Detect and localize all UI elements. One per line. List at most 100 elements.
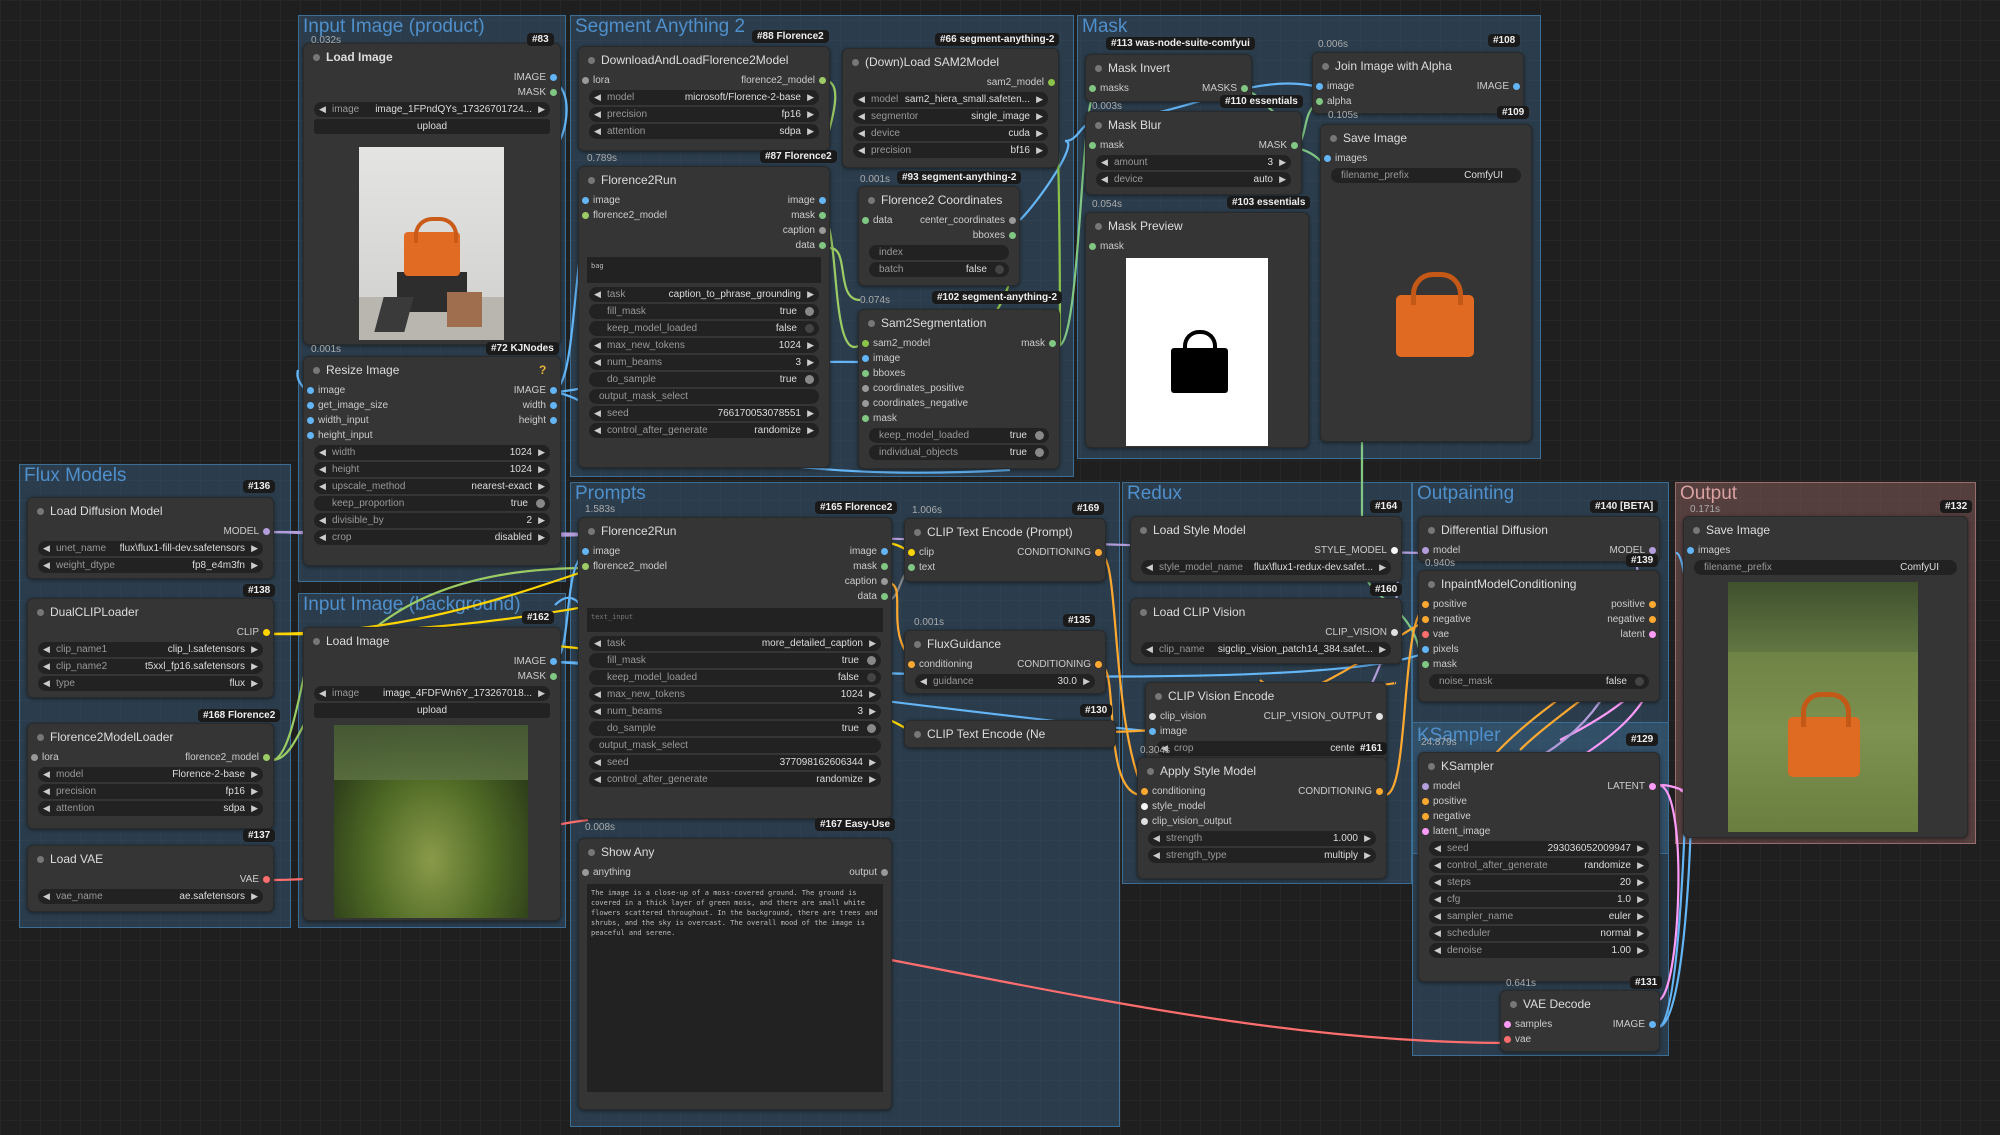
clip-name-combo[interactable]: ◀ clip_name sigclip_vision_patch14_384.saf… <box>1141 642 1391 657</box>
input-slot[interactable] <box>908 549 915 556</box>
input-slot[interactable] <box>582 563 589 570</box>
divisible-by-widget[interactable]: ◀ divisible_by 2 ▶ <box>314 513 550 528</box>
task-combo[interactable]: ◀ task more_detailed_caption ▶ <box>589 636 881 651</box>
precision-combo[interactable]: ◀ precision fp16 ▶ <box>38 784 263 799</box>
filename-prefix-field[interactable]: filename_prefix ComfyUI <box>1694 560 1957 575</box>
input-slot[interactable] <box>1422 828 1429 835</box>
precision-combo[interactable]: ◀ precision fp16 ▶ <box>589 107 819 122</box>
text-input-area[interactable]: text_input <box>587 608 883 632</box>
upscale-method-combo[interactable]: ◀ upscale_method nearest-exact ▶ <box>314 479 550 494</box>
batch-toggle[interactable]: batch false <box>869 262 1009 277</box>
task-combo[interactable]: ◀ task caption_to_phrase_grounding ▶ <box>589 287 819 302</box>
control-after-generate-combo[interactable]: ◀ control_after_generate randomize ▶ <box>589 423 819 438</box>
input-slot[interactable] <box>862 400 869 407</box>
crop-combo[interactable]: ◀cropcenter▶ <box>1156 741 1376 756</box>
output-slot[interactable] <box>263 754 270 761</box>
precision-combo[interactable]: ◀ precision bf16 ▶ <box>853 143 1048 158</box>
input-slot[interactable] <box>307 387 314 394</box>
fill-mask-toggle[interactable]: fill_mask true <box>589 304 819 319</box>
style-model-name-combo[interactable]: ◀ style_model_name flux\flux1-redux-dev.sa… <box>1141 560 1391 575</box>
input-slot[interactable] <box>1316 98 1323 105</box>
node-inpaint-model-conditioning[interactable]: InpaintModelConditioning positive positiv… <box>1418 570 1660 702</box>
amount-widget[interactable]: ◀ amount 3 ▶ <box>1096 155 1291 170</box>
output-slot[interactable] <box>1376 713 1383 720</box>
device-combo[interactable]: ◀ device cuda ▶ <box>853 126 1048 141</box>
input-slot[interactable] <box>908 661 915 668</box>
input-slot[interactable] <box>862 370 869 377</box>
output-slot[interactable] <box>1513 83 1520 90</box>
node-load-vae[interactable]: Load VAE VAE ◀ vae_name ae.safetensors ▶ <box>27 845 274 912</box>
node-join-image-with-alpha[interactable]: Join Image with Alpha image IMAGE alpha <box>1312 52 1524 114</box>
clip-name2-combo[interactable]: ◀ clip_name2 t5xxl_fp16.safetensors ▶ <box>38 659 263 674</box>
seed-widget[interactable]: ◀ seed 293036052009947 ▶ <box>1429 841 1649 856</box>
index-field[interactable]: index <box>869 245 1009 260</box>
control-after-generate-combo[interactable]: ◀ control_after_generate randomize ▶ <box>1429 858 1649 873</box>
node-flux-guidance[interactable]: FluxGuidance conditioning CONDITIONING ◀ g… <box>904 630 1106 694</box>
output-slot[interactable] <box>550 387 557 394</box>
output-slot[interactable] <box>1009 232 1016 239</box>
input-slot[interactable] <box>1089 142 1096 149</box>
num-beams-widget[interactable]: ◀ num_beams 3 ▶ <box>589 704 881 719</box>
node-load-style-model[interactable]: Load Style Model STYLE_MODEL ◀ style_mode… <box>1130 516 1402 582</box>
keep-model-loaded-toggle[interactable]: keep_model_loaded true <box>869 428 1049 443</box>
node-canvas[interactable]: Input Image (product) Segment Anything 2… <box>0 0 2000 1135</box>
input-slot[interactable] <box>1141 803 1148 810</box>
input-slot[interactable] <box>862 385 869 392</box>
input-slot[interactable] <box>1422 798 1429 805</box>
output-slot[interactable] <box>1241 85 1248 92</box>
output-slot[interactable] <box>1391 547 1398 554</box>
input-slot[interactable] <box>1141 818 1148 825</box>
control-after-generate-combo[interactable]: ◀ control_after_generate randomize ▶ <box>589 772 881 787</box>
output-slot[interactable] <box>1009 217 1016 224</box>
input-slot[interactable] <box>1422 601 1429 608</box>
segmentor-combo[interactable]: ◀ segmentor single_image ▶ <box>853 109 1048 124</box>
node-differential-diffusion[interactable]: Differential Diffusion model MODEL <box>1418 516 1660 562</box>
strength-widget[interactable]: ◀ strength 1.000 ▶ <box>1148 831 1376 846</box>
image-combo[interactable]: ◀ image image_1FPndQYs_17326701724... ▶ <box>314 102 550 117</box>
upload-button[interactable]: upload <box>314 703 550 718</box>
output-slot[interactable] <box>881 548 888 555</box>
output-slot[interactable] <box>819 227 826 234</box>
input-slot[interactable] <box>862 355 869 362</box>
node-apply-style-model[interactable]: Apply Style Model conditioning CONDITIONI… <box>1137 757 1387 879</box>
output-slot-image[interactable] <box>550 74 557 81</box>
node-clip-vision-encode[interactable]: CLIP Vision Encode clip_vision CLIP_VISIO… <box>1145 682 1387 762</box>
output-mask-select-field[interactable]: output_mask_select <box>589 738 881 753</box>
input-slot[interactable] <box>31 754 38 761</box>
input-slot[interactable] <box>862 340 869 347</box>
strength-type-combo[interactable]: ◀ strength_type multiply ▶ <box>1148 848 1376 863</box>
attention-combo[interactable]: ◀ attention sdpa ▶ <box>589 124 819 139</box>
upload-button[interactable]: upload <box>314 119 550 134</box>
output-slot[interactable] <box>1649 1021 1656 1028</box>
help-icon[interactable]: ? <box>539 363 546 377</box>
node-load-florence2-model[interactable]: DownloadAndLoadFlorence2Model lora floren… <box>578 46 830 151</box>
input-slot[interactable] <box>1422 646 1429 653</box>
input-slot[interactable] <box>582 197 589 204</box>
output-slot[interactable] <box>1391 629 1398 636</box>
output-slot[interactable] <box>1049 340 1056 347</box>
output-slot[interactable] <box>881 593 888 600</box>
type-combo[interactable]: ◀ type flux ▶ <box>38 676 263 691</box>
input-slot[interactable] <box>1149 728 1156 735</box>
fill-mask-toggle[interactable]: fill_mask true <box>589 653 881 668</box>
node-load-image-background[interactable]: Load Image IMAGE MASK ◀ image image_4FDFWn… <box>303 627 561 921</box>
vae-name-combo[interactable]: ◀ vae_name ae.safetensors ▶ <box>38 889 263 904</box>
node-mask-blur[interactable]: Mask Blur mask MASK ◀ amount 3 ▶ ◀ device auto… <box>1085 111 1302 195</box>
do-sample-toggle[interactable]: do_sample true <box>589 721 881 736</box>
device-combo[interactable]: ◀ device auto ▶ <box>1096 172 1291 187</box>
max-new-tokens-widget[interactable]: ◀ max_new_tokens 1024 ▶ <box>589 338 819 353</box>
output-slot[interactable] <box>1649 783 1656 790</box>
input-slot[interactable] <box>307 417 314 424</box>
output-slot[interactable] <box>263 629 270 636</box>
node-florence2-run-segment[interactable]: Florence2Run image image florence2_model m… <box>578 166 830 468</box>
cfg-widget[interactable]: ◀ cfg 1.0 ▶ <box>1429 892 1649 907</box>
seed-widget[interactable]: ◀ seed 377098162606344 ▶ <box>589 755 881 770</box>
input-slot[interactable] <box>1687 547 1694 554</box>
output-slot[interactable] <box>263 876 270 883</box>
input-slot[interactable] <box>1504 1036 1511 1043</box>
input-slot[interactable] <box>1089 243 1096 250</box>
keep-model-loaded-toggle[interactable]: keep_model_loaded false <box>589 321 819 336</box>
output-slot[interactable] <box>1649 631 1656 638</box>
crop-combo[interactable]: ◀ crop disabled ▶ <box>314 530 550 545</box>
input-slot[interactable] <box>307 432 314 439</box>
